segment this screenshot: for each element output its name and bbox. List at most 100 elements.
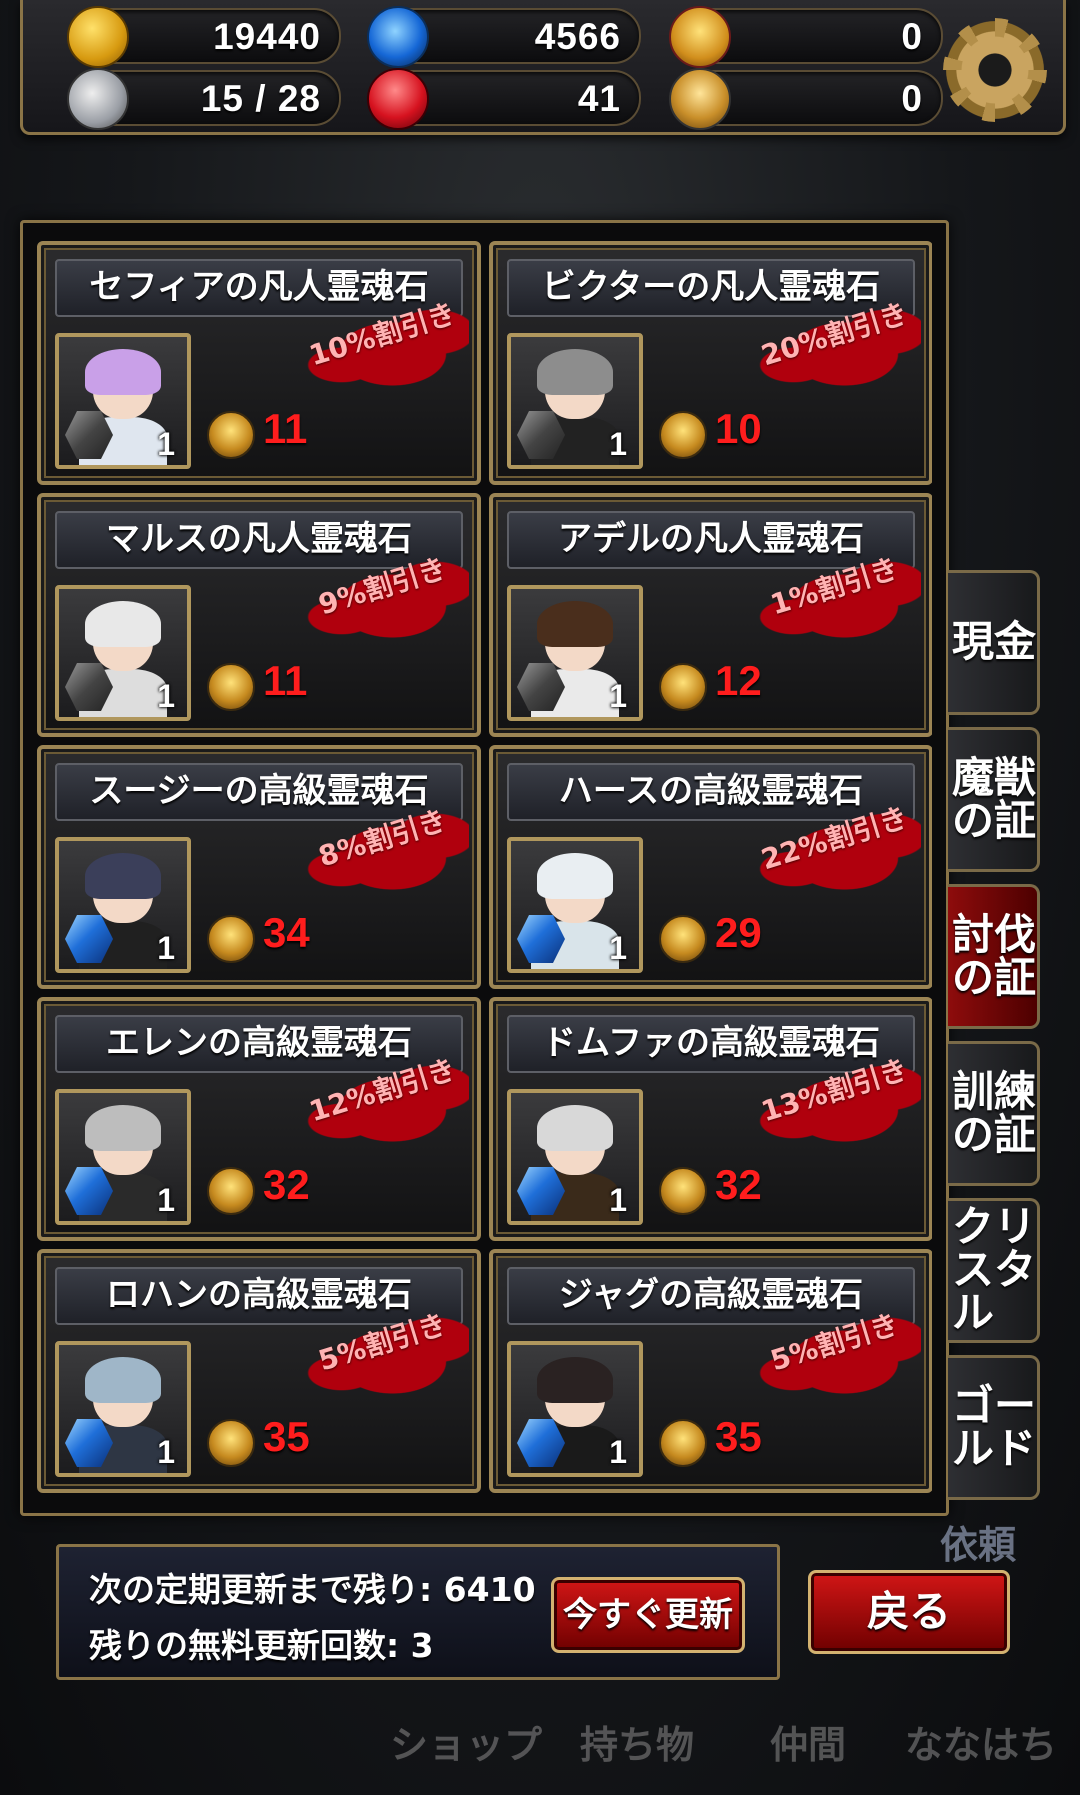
gold-icon <box>67 6 129 68</box>
resource-value: 0 <box>901 16 923 57</box>
medal-coin-icon <box>207 411 255 459</box>
category-tab[interactable]: 訓練 の証 <box>948 1041 1040 1186</box>
category-tab-label: 魔獣 の証 <box>952 752 1037 845</box>
resource-counter: 15 / 28 <box>67 68 341 130</box>
medal-coin-icon <box>659 411 707 459</box>
resource-counter: 19440 <box>67 6 341 68</box>
shop-item-card[interactable]: ジャグの高級霊魂石 1 5%割引き 35 <box>489 1249 932 1493</box>
category-tab[interactable]: クリ スタ ル <box>948 1198 1040 1343</box>
item-price: 32 <box>263 1161 310 1208</box>
portrait-hair <box>85 349 161 395</box>
character-portrait: 1 <box>55 837 191 973</box>
portrait-hair <box>537 349 613 395</box>
medal-coin-icon <box>207 1419 255 1467</box>
nav-shop[interactable]: ショップ <box>390 1714 542 1769</box>
character-portrait: 1 <box>55 585 191 721</box>
character-portrait: 1 <box>55 333 191 469</box>
category-tab[interactable]: ゴー ルド <box>948 1355 1040 1500</box>
star-medal-icon <box>669 6 731 68</box>
category-tab-label: クリ スタ ル <box>952 1202 1037 1337</box>
refresh-now-button[interactable]: 今すぐ更新 <box>551 1577 745 1653</box>
shop-item-card[interactable]: アデルの凡人霊魂石 1 1%割引き 12 <box>489 493 932 737</box>
shop-item-card[interactable]: セフィアの凡人霊魂石 1 10%割引き 11 <box>37 241 481 485</box>
nav-party[interactable]: 仲間 <box>770 1714 846 1769</box>
shop-item-grid: セフィアの凡人霊魂石 1 10%割引き 11 ビクターの凡人霊魂石 1 20%割… <box>37 241 932 1513</box>
resource-value: 41 <box>577 78 621 119</box>
nav-nanahachi[interactable]: ななはち <box>905 1714 1057 1769</box>
item-price: 29 <box>715 909 762 956</box>
medal-coin-icon <box>659 1419 707 1467</box>
item-price: 10 <box>715 405 762 452</box>
category-tab[interactable]: 討伐 の証 <box>948 884 1040 1029</box>
character-portrait: 1 <box>507 1089 643 1225</box>
character-portrait: 1 <box>507 333 643 469</box>
character-portrait: 1 <box>55 1089 191 1225</box>
refresh-info-box: 次の定期更新まで残り: 6410 残りの無料更新回数: 3 今すぐ更新 <box>56 1544 780 1680</box>
nav-inventory[interactable]: 持ち物 <box>580 1714 694 1769</box>
item-quantity: 1 <box>157 930 175 966</box>
category-tab[interactable]: 現金 <box>948 570 1040 715</box>
medal-coin-icon <box>207 1167 255 1215</box>
shop-item-card[interactable]: ビクターの凡人霊魂石 1 20%割引き 10 <box>489 241 932 485</box>
category-tab-label: 討伐 の証 <box>952 909 1037 1002</box>
medal-coin-icon <box>207 915 255 963</box>
winged-boot-icon <box>67 68 129 130</box>
shop-item-card[interactable]: ハースの高級霊魂石 1 22%割引き 29 <box>489 745 932 989</box>
resource-value: 4566 <box>534 16 621 57</box>
item-quantity: 1 <box>609 930 627 966</box>
item-price: 35 <box>263 1413 310 1460</box>
item-quantity: 1 <box>609 678 627 714</box>
shop-item-panel: セフィアの凡人霊魂石 1 10%割引き 11 ビクターの凡人霊魂石 1 20%割… <box>20 220 949 1516</box>
portrait-hair <box>537 601 613 647</box>
back-button[interactable]: 戻る <box>808 1570 1010 1654</box>
item-quantity: 1 <box>157 1434 175 1470</box>
shop-item-card[interactable]: ドムファの高級霊魂石 1 13%割引き 32 <box>489 997 932 1241</box>
portrait-hair <box>85 853 161 899</box>
category-tab[interactable]: 魔獣 の証 <box>948 727 1040 872</box>
resource-value: 19440 <box>213 16 321 57</box>
medal-coin-icon <box>659 1167 707 1215</box>
resource-counter: 41 <box>367 68 641 130</box>
item-quantity: 1 <box>609 1182 627 1218</box>
request-label: 依頼 <box>940 1523 1017 1567</box>
resource-value: 15 / 28 <box>200 78 321 119</box>
item-quantity: 1 <box>157 1182 175 1218</box>
character-portrait: 1 <box>55 1341 191 1477</box>
item-price: 12 <box>715 657 762 704</box>
item-price: 35 <box>715 1413 762 1460</box>
category-tab-label: ゴー ルド <box>952 1380 1037 1473</box>
portrait-hair <box>85 1105 161 1151</box>
medal-coin-icon <box>659 915 707 963</box>
category-tab-label: 訓練 の証 <box>952 1066 1037 1159</box>
item-price: 11 <box>263 405 308 452</box>
resource-counter: 0 <box>669 68 943 130</box>
medal-coin-icon <box>669 68 731 130</box>
resource-bar: 19440 4566 0 15 / 28 41 0 <box>20 0 1066 135</box>
medal-coin-icon <box>207 663 255 711</box>
blue-orb-icon <box>367 6 429 68</box>
red-gem-icon <box>367 68 429 130</box>
settings-gear-icon[interactable] <box>943 18 1047 122</box>
item-price: 34 <box>263 909 310 956</box>
item-quantity: 1 <box>157 678 175 714</box>
category-tab-label: 現金 <box>952 617 1037 667</box>
portrait-hair <box>537 1357 613 1403</box>
portrait-hair <box>537 853 613 899</box>
resource-counter: 4566 <box>367 6 641 68</box>
character-portrait: 1 <box>507 1341 643 1477</box>
item-price: 11 <box>263 657 308 704</box>
shop-item-card[interactable]: エレンの高級霊魂石 1 12%割引き 32 <box>37 997 481 1241</box>
next-refresh-text: 次の定期更新まで残り: 6410 <box>89 1570 536 1609</box>
resource-counter: 0 <box>669 6 943 68</box>
portrait-hair <box>85 601 161 647</box>
shop-item-card[interactable]: ロハンの高級霊魂石 1 5%割引き 35 <box>37 1249 481 1493</box>
portrait-hair <box>537 1105 613 1151</box>
item-quantity: 1 <box>157 426 175 462</box>
item-price: 32 <box>715 1161 762 1208</box>
shop-item-card[interactable]: スージーの高級霊魂石 1 8%割引き 34 <box>37 745 481 989</box>
item-quantity: 1 <box>609 426 627 462</box>
shop-item-card[interactable]: マルスの凡人霊魂石 1 9%割引き 11 <box>37 493 481 737</box>
resource-value: 0 <box>901 78 923 119</box>
medal-coin-icon <box>659 663 707 711</box>
item-quantity: 1 <box>609 1434 627 1470</box>
